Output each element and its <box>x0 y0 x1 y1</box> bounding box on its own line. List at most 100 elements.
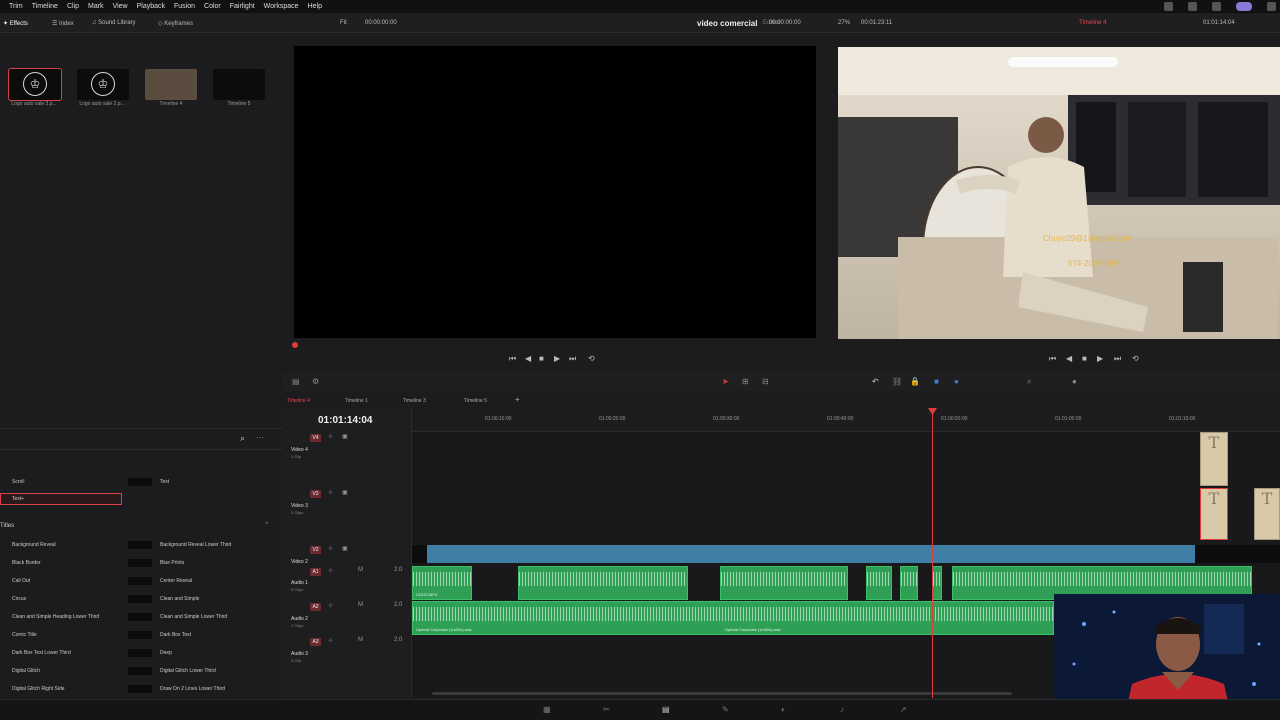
flag-icon[interactable]: ■ <box>934 377 939 386</box>
track-badge-v2[interactable]: V2 <box>310 546 321 554</box>
skip-forward-icon[interactable]: ⏭ <box>1114 354 1121 364</box>
track-lock-icon[interactable]: ⊹ <box>328 637 333 644</box>
chevron-up-icon[interactable]: ⌃ <box>264 521 270 529</box>
keyframes-tab[interactable]: ◇ Keyframes <box>158 20 193 27</box>
audio-clip-a1[interactable] <box>720 566 848 600</box>
effect-row[interactable]: Comic Title Dark Box Text <box>0 629 282 641</box>
skip-back-icon[interactable]: ⏮ <box>509 354 516 364</box>
layout-icon[interactable]: ▤ <box>292 377 300 386</box>
menu-timeline[interactable]: Timeline <box>32 3 58 10</box>
menu-help[interactable]: Help <box>308 3 322 10</box>
tab-timeline-4[interactable]: Timeline 4 <box>287 398 310 404</box>
sound-library-tab[interactable]: ♫ Sound Library <box>92 20 136 26</box>
effect-row[interactable]: Call Out Center Reveal <box>0 575 282 587</box>
track-lock-icon[interactable]: ⊹ <box>328 545 333 552</box>
track-view-icon[interactable]: ▣ <box>342 489 348 496</box>
timeline-ruler[interactable]: 01:00:10:00 01:00:20:00 01:00:30:00 01:0… <box>412 408 1280 432</box>
play-icon[interactable]: ▶ <box>1097 354 1103 363</box>
tab-timeline-1[interactable]: Timeline 1 <box>345 398 368 404</box>
track-badge-a1[interactable]: A1 <box>310 568 321 576</box>
menu-playback[interactable]: Playback <box>137 3 165 10</box>
user-icon[interactable] <box>1164 2 1173 11</box>
edit-page-icon[interactable]: ▤ <box>662 705 670 714</box>
audio-clip-a1[interactable] <box>900 566 918 600</box>
menu-fairlight[interactable]: Fairlight <box>230 3 255 10</box>
fit-dropdown[interactable]: Fit <box>340 20 347 26</box>
deliver-page-icon[interactable]: ➚ <box>900 705 907 714</box>
audio-clip-a1[interactable] <box>932 566 942 600</box>
play-icon[interactable]: ▶ <box>554 354 560 363</box>
menu-clip[interactable]: Clip <box>67 3 79 10</box>
tab-timeline-3[interactable]: Timeline 3 <box>403 398 426 404</box>
track-badge-a3[interactable]: A3 <box>310 638 321 646</box>
add-timeline-icon[interactable]: + <box>515 395 520 404</box>
tab-timeline-5[interactable]: Timeline 5 <box>464 398 487 404</box>
menu-workspace[interactable]: Workspace <box>264 3 299 10</box>
track-lock-icon[interactable]: ⊹ <box>328 567 333 574</box>
search-icon[interactable] <box>1212 2 1221 11</box>
snap-icon[interactable]: ↶ <box>872 377 879 386</box>
skip-back-icon[interactable]: ⏮ <box>1049 354 1056 364</box>
title-clip-v4[interactable]: T <box>1200 432 1228 486</box>
title-clip-v3-2[interactable]: T <box>1254 488 1280 540</box>
title-clip-v3[interactable]: T <box>1200 488 1228 540</box>
tools-icon[interactable]: ⚙ <box>312 377 319 386</box>
timeline-horizontal-scrollbar[interactable] <box>432 692 1012 695</box>
track-lock-icon[interactable]: ⊹ <box>328 433 333 440</box>
effect-row[interactable]: Background Reveal Background Reveal Lower… <box>0 539 282 551</box>
fusion-page-icon[interactable]: ✎ <box>722 705 729 714</box>
index-tab[interactable]: ☰ Index <box>52 20 74 27</box>
track-badge-a2[interactable]: A2 <box>310 603 321 611</box>
color-page-icon[interactable]: ◐ <box>781 705 786 714</box>
effect-row[interactable]: Digital Glitch Right Side Draw On 2 Lines… <box>0 683 282 695</box>
loop-icon[interactable]: ⟲ <box>588 354 595 363</box>
zoom-slider-icon[interactable]: ● <box>1072 377 1077 386</box>
mute-icon[interactable]: M <box>358 637 363 643</box>
playhead[interactable] <box>932 408 933 698</box>
selection-tool-icon[interactable]: ➤ <box>722 377 729 386</box>
menu-fusion[interactable]: Fusion <box>174 3 195 10</box>
menu-color[interactable]: Color <box>204 3 221 10</box>
blade-tool-icon[interactable]: ⊟ <box>762 377 769 386</box>
audio-clip-a2-music[interactable]: Upbeat Corporate (1m30s).wav Upbeat Corpo… <box>412 601 1054 635</box>
effect-row[interactable]: Black Border Blue Prints <box>0 557 282 569</box>
loop-icon[interactable]: ⟲ <box>1132 354 1139 363</box>
effect-item-textplus[interactable]: Text+ <box>0 493 122 505</box>
video-clip-v2[interactable] <box>427 545 1195 563</box>
effect-row[interactable]: Digital Glitch Digital Glitch Lower Third <box>0 665 282 677</box>
zoom-search-icon[interactable]: ⌕ <box>1027 377 1031 387</box>
menu-trim[interactable]: Trim <box>9 3 23 10</box>
link-icon[interactable]: ⛓ <box>892 377 902 386</box>
media-item-timeline-5[interactable] <box>213 69 265 100</box>
mute-icon[interactable]: M <box>358 567 363 573</box>
media-item-logo-2[interactable]: ♔ <box>77 69 129 100</box>
effects-tab[interactable]: ✦ Effects <box>3 20 28 27</box>
mute-icon[interactable]: M <box>358 602 363 608</box>
media-item-timeline-4[interactable] <box>145 69 197 100</box>
track-view-icon[interactable]: ▣ <box>342 433 348 440</box>
audio-clip-a1[interactable]: C6332.MP4 <box>412 566 472 600</box>
skip-forward-icon[interactable]: ⏭ <box>569 354 576 364</box>
reverse-play-icon[interactable]: ◀ <box>1066 354 1072 363</box>
titles-header[interactable]: Titles <box>0 523 14 529</box>
menu-view[interactable]: View <box>113 3 128 10</box>
more-options-icon[interactable]: ⋯ <box>256 433 264 442</box>
track-badge-v3[interactable]: V3 <box>310 490 321 498</box>
effect-row[interactable]: Clean and Simple Heading Lower Third Clea… <box>0 611 282 623</box>
effect-item-scroll[interactable]: Scroll Text <box>0 476 282 488</box>
source-scrubber-head[interactable] <box>292 342 298 348</box>
marker-icon[interactable]: ● <box>954 377 959 386</box>
trim-tool-icon[interactable]: ⊞ <box>742 377 749 386</box>
media-page-icon[interactable]: ▦ <box>543 705 551 714</box>
program-viewer-screen[interactable]: Chuyo29@1@gmail.com 574-206-6899 <box>838 47 1280 339</box>
wifi-icon[interactable] <box>1188 2 1197 11</box>
timeline-selector[interactable]: Timeline 4 <box>1079 20 1106 26</box>
control-center-icon[interactable] <box>1236 2 1252 11</box>
source-viewer-screen[interactable] <box>294 46 816 338</box>
track-view-icon[interactable]: ▣ <box>342 545 348 552</box>
stop-icon[interactable]: ■ <box>1082 354 1087 363</box>
menu-mark[interactable]: Mark <box>88 3 104 10</box>
cut-page-icon[interactable]: ✂ <box>603 705 610 714</box>
search-icon[interactable]: ⌕ <box>240 433 245 444</box>
track-lock-icon[interactable]: ⊹ <box>328 489 333 496</box>
